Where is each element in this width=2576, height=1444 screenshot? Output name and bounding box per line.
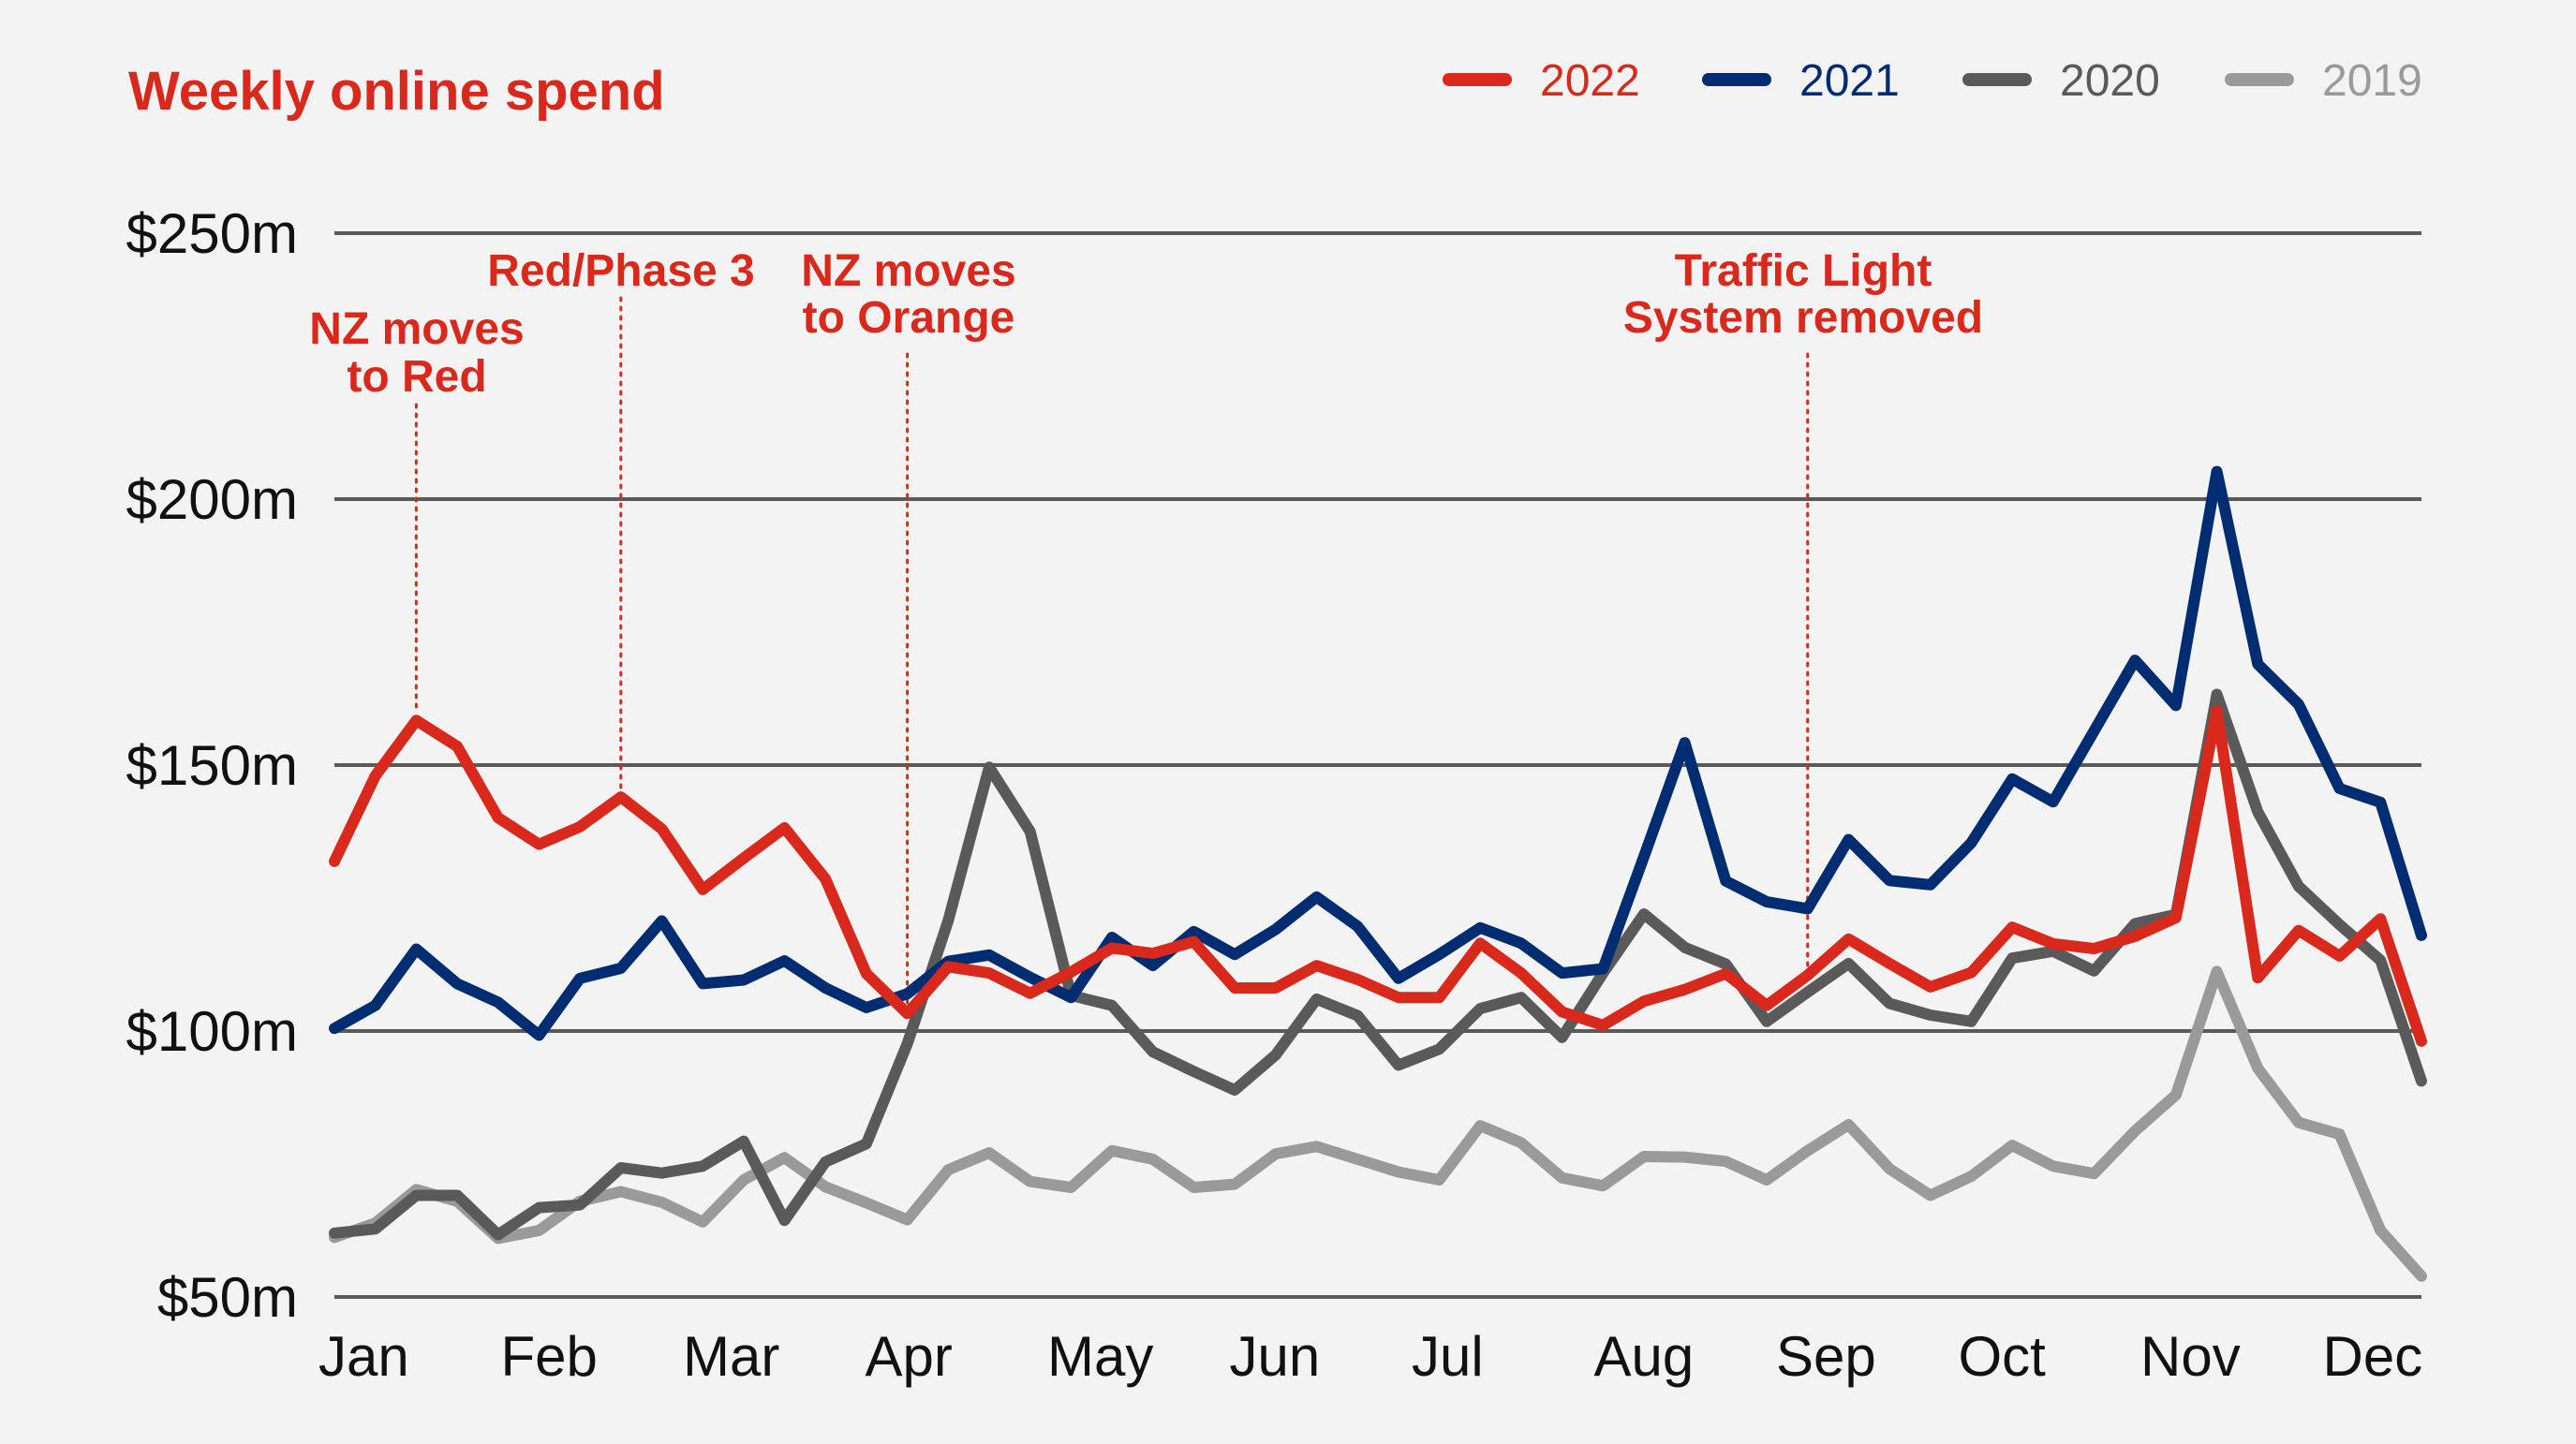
x-tick-label-mar: Mar xyxy=(683,1325,779,1388)
legend-label: 2021 xyxy=(1799,56,1900,106)
y-tick-label: $250m xyxy=(126,202,298,265)
annotation-text-line: Red/Phase 3 xyxy=(487,246,754,296)
y-tick-label: $200m xyxy=(126,468,298,531)
x-tick-label-sep: Sep xyxy=(1776,1325,1876,1388)
x-tick-label-jun: Jun xyxy=(1230,1325,1321,1388)
annotation-text-line: Traffic Light xyxy=(1675,246,1932,296)
x-tick-label-jul: Jul xyxy=(1412,1325,1484,1388)
annotation-text-line: System removed xyxy=(1623,293,1983,343)
legend-label: 2019 xyxy=(2322,56,2422,106)
annotation-text-line: to Orange xyxy=(803,293,1015,343)
chart-title: Weekly online spend xyxy=(128,61,665,122)
x-tick-label-oct: Oct xyxy=(1959,1325,2047,1388)
y-tick-label: $100m xyxy=(126,1000,298,1063)
y-tick-label: $150m xyxy=(126,734,298,797)
x-tick-label-jan: Jan xyxy=(318,1325,409,1388)
annotation-text-line: NZ moves xyxy=(801,246,1015,296)
x-tick-label-apr: Apr xyxy=(866,1325,953,1388)
x-tick-label-nov: Nov xyxy=(2140,1325,2241,1388)
legend-label: 2020 xyxy=(2060,56,2160,106)
x-tick-label-aug: Aug xyxy=(1594,1325,1695,1388)
x-tick-label-feb: Feb xyxy=(501,1325,598,1388)
y-tick-label: $50m xyxy=(157,1266,298,1329)
annotation-label: NZ movesto Orange xyxy=(801,246,1015,343)
annotation-label: Red/Phase 3 xyxy=(487,246,754,296)
chart-background xyxy=(0,0,2576,1444)
x-tick-label-may: May xyxy=(1047,1325,1153,1388)
annotation-text-line: to Red xyxy=(347,352,486,402)
annotation-label: Traffic LightSystem removed xyxy=(1623,246,1983,343)
legend-label: 2022 xyxy=(1540,56,1640,106)
weekly-online-spend-chart: Weekly online spend 2022 2021 2020 2019 $50… xyxy=(0,0,2576,1444)
annotation-text-line: NZ moves xyxy=(309,304,524,354)
x-tick-label-dec: Dec xyxy=(2323,1325,2423,1388)
